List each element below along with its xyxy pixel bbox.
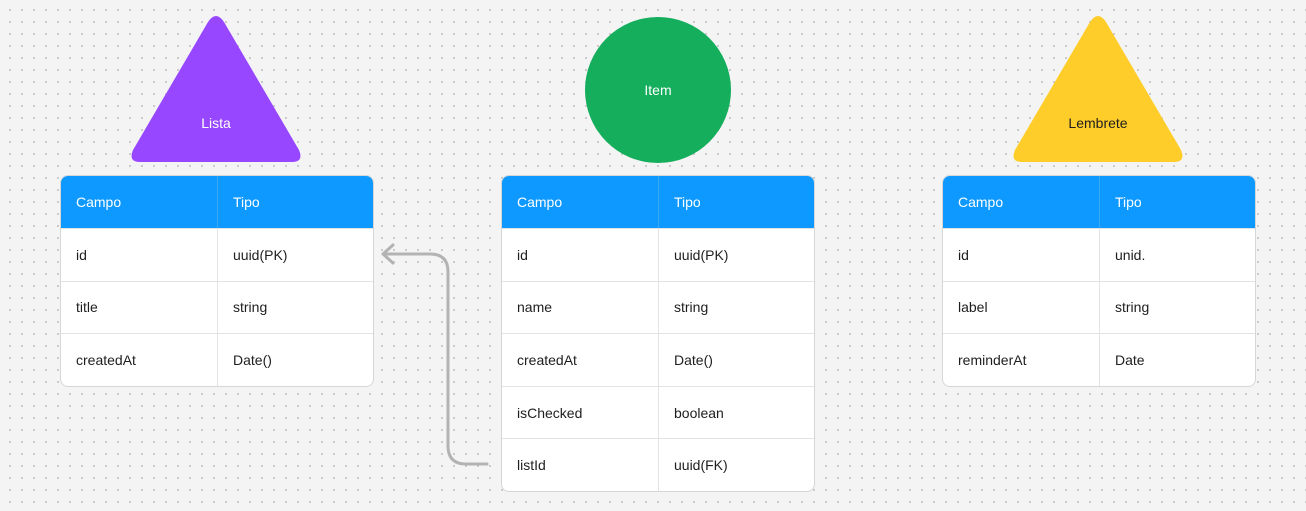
campo-cell: title xyxy=(61,281,218,334)
header-campo: Campo xyxy=(61,176,218,228)
diagram-canvas: Lista Item Lembrete Campo Tipo id uuid(P… xyxy=(0,0,1306,511)
lembrete-triangle-fill xyxy=(1013,16,1183,162)
lista-table[interactable]: Campo Tipo id uuid(PK) title string crea… xyxy=(60,175,374,387)
campo-cell: name xyxy=(502,281,659,334)
table-row[interactable]: isChecked boolean xyxy=(502,385,814,439)
campo-cell: listId xyxy=(502,439,659,491)
lembrete-triangle[interactable]: Lembrete xyxy=(1010,14,1186,164)
campo-cell: isChecked xyxy=(502,386,659,439)
lista-triangle[interactable]: Lista xyxy=(128,14,304,164)
lembrete-label: Lembrete xyxy=(1068,115,1128,131)
item-circle[interactable]: Item xyxy=(585,17,731,163)
campo-cell: reminderAt xyxy=(943,334,1100,386)
tipo-cell: Date xyxy=(1115,351,1145,368)
table-header-row: Campo Tipo xyxy=(943,176,1255,228)
item-table[interactable]: Campo Tipo id uuid(PK) name string creat… xyxy=(501,175,815,492)
connector-line xyxy=(382,252,489,466)
table-header-row: Campo Tipo xyxy=(61,176,373,228)
tipo-cell: uuid(PK) xyxy=(233,246,288,263)
campo-cell: id xyxy=(502,229,659,281)
table-row[interactable]: id uuid(PK) xyxy=(61,228,373,281)
table-row[interactable]: label string xyxy=(943,280,1255,334)
tipo-cell: boolean xyxy=(674,404,724,421)
campo-cell: label xyxy=(943,281,1100,334)
item-label: Item xyxy=(644,82,672,98)
tipo-cell: string xyxy=(674,299,709,316)
tipo-cell: Date() xyxy=(674,351,713,368)
table-row[interactable]: id uuid(PK) xyxy=(502,228,814,281)
lista-triangle-fill xyxy=(131,16,301,162)
campo-cell: createdAt xyxy=(502,334,659,386)
campo-cell: id xyxy=(943,229,1100,281)
header-tipo: Tipo xyxy=(674,194,701,210)
campo-cell: createdAt xyxy=(61,334,218,386)
tipo-cell: string xyxy=(1115,299,1150,316)
table-row[interactable]: createdAt Date() xyxy=(61,333,373,386)
tipo-cell: Date() xyxy=(233,351,272,368)
table-row[interactable]: reminderAt Date xyxy=(943,333,1255,386)
tipo-cell: unid. xyxy=(1115,246,1146,263)
tipo-cell: uuid(FK) xyxy=(674,457,728,474)
table-row[interactable]: id unid. xyxy=(943,228,1255,281)
triangle-icon xyxy=(131,16,301,162)
triangle-icon xyxy=(1013,16,1183,162)
table-row[interactable]: listId uuid(FK) xyxy=(502,438,814,491)
arrow-left-icon xyxy=(381,243,395,265)
header-campo: Campo xyxy=(502,176,659,228)
lembrete-table[interactable]: Campo Tipo id unid. label string reminde… xyxy=(942,175,1256,387)
campo-cell: id xyxy=(61,229,218,281)
table-header-row: Campo Tipo xyxy=(502,176,814,228)
lista-label: Lista xyxy=(201,115,231,131)
table-row[interactable]: createdAt Date() xyxy=(502,333,814,386)
tipo-cell: uuid(PK) xyxy=(674,246,729,263)
table-row[interactable]: name string xyxy=(502,280,814,334)
header-campo: Campo xyxy=(943,176,1100,228)
header-tipo: Tipo xyxy=(1115,194,1142,210)
header-tipo: Tipo xyxy=(233,194,260,210)
tipo-cell: string xyxy=(233,299,268,316)
table-row[interactable]: title string xyxy=(61,280,373,334)
